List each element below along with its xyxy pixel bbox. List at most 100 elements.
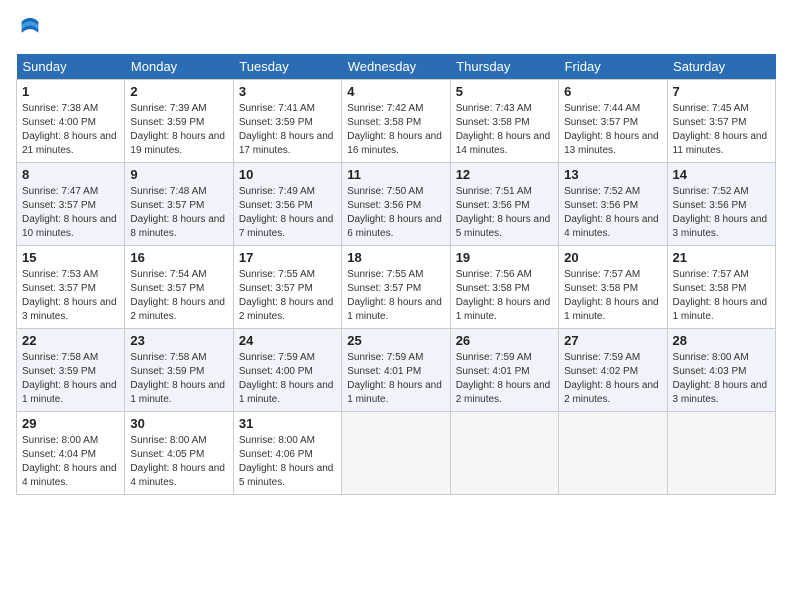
day-info: Sunrise: 7:59 AMSunset: 4:00 PMDaylight:… xyxy=(239,351,336,407)
calendar-cell: 31 Sunrise: 8:00 AMSunset: 4:06 PMDayligh… xyxy=(233,412,341,495)
day-info: Sunrise: 7:59 AMSunset: 4:01 PMDaylight:… xyxy=(456,351,553,407)
calendar-week-1: 1 Sunrise: 7:38 AMSunset: 4:00 PMDaylight… xyxy=(17,80,776,163)
day-info: Sunrise: 8:00 AMSunset: 4:06 PMDaylight:… xyxy=(239,434,336,490)
page-header xyxy=(16,16,776,44)
day-info: Sunrise: 7:49 AMSunset: 3:56 PMDaylight:… xyxy=(239,185,336,241)
calendar-cell: 13Sunrise: 7:52 AMSunset: 3:56 PMDayligh… xyxy=(559,163,667,246)
calendar-week-5: 29 Sunrise: 8:00 AMSunset: 4:04 PMDayligh… xyxy=(17,412,776,495)
day-number: 31 xyxy=(239,416,336,431)
day-info: Sunrise: 7:43 AMSunset: 3:58 PMDaylight:… xyxy=(456,102,553,158)
day-info: Sunrise: 7:59 AMSunset: 4:02 PMDaylight:… xyxy=(564,351,661,407)
calendar-cell: 25 Sunrise: 7:59 AMSunset: 4:01 PMDayligh… xyxy=(342,329,450,412)
day-info: Sunrise: 7:57 AMSunset: 3:58 PMDaylight:… xyxy=(673,268,770,324)
calendar-cell: 6 Sunrise: 7:44 AMSunset: 3:57 PMDaylight… xyxy=(559,80,667,163)
calendar-cell xyxy=(450,412,558,495)
calendar-cell: 22 Sunrise: 7:58 AMSunset: 3:59 PMDayligh… xyxy=(17,329,125,412)
calendar-cell: 24 Sunrise: 7:59 AMSunset: 4:00 PMDayligh… xyxy=(233,329,341,412)
calendar-cell xyxy=(667,412,775,495)
day-number: 11 xyxy=(347,167,444,182)
day-number: 22 xyxy=(22,333,119,348)
day-number: 14 xyxy=(673,167,770,182)
day-info: Sunrise: 8:00 AMSunset: 4:05 PMDaylight:… xyxy=(130,434,227,490)
day-number: 23 xyxy=(130,333,227,348)
day-number: 1 xyxy=(22,84,119,99)
logo-icon xyxy=(16,16,44,44)
calendar-cell: 18 Sunrise: 7:55 AMSunset: 3:57 PMDayligh… xyxy=(342,246,450,329)
day-number: 18 xyxy=(347,250,444,265)
day-info: Sunrise: 7:57 AMSunset: 3:58 PMDaylight:… xyxy=(564,268,661,324)
day-info: Sunrise: 7:39 AMSunset: 3:59 PMDaylight:… xyxy=(130,102,227,158)
calendar-cell: 30 Sunrise: 8:00 AMSunset: 4:05 PMDayligh… xyxy=(125,412,233,495)
calendar-cell: 16 Sunrise: 7:54 AMSunset: 3:57 PMDayligh… xyxy=(125,246,233,329)
calendar-cell: 4Sunrise: 7:42 AMSunset: 3:58 PMDaylight… xyxy=(342,80,450,163)
day-number: 8 xyxy=(22,167,119,182)
calendar-cell: 14 Sunrise: 7:52 AMSunset: 3:56 PMDayligh… xyxy=(667,163,775,246)
calendar-cell: 15Sunrise: 7:53 AMSunset: 3:57 PMDayligh… xyxy=(17,246,125,329)
calendar-cell: 28 Sunrise: 8:00 AMSunset: 4:03 PMDayligh… xyxy=(667,329,775,412)
day-number: 10 xyxy=(239,167,336,182)
logo xyxy=(16,16,50,44)
day-number: 26 xyxy=(456,333,553,348)
day-info: Sunrise: 7:47 AMSunset: 3:57 PMDaylight:… xyxy=(22,185,119,241)
day-number: 29 xyxy=(22,416,119,431)
day-number: 17 xyxy=(239,250,336,265)
day-info: Sunrise: 8:00 AMSunset: 4:03 PMDaylight:… xyxy=(673,351,770,407)
day-number: 12 xyxy=(456,167,553,182)
day-info: Sunrise: 7:59 AMSunset: 4:01 PMDaylight:… xyxy=(347,351,444,407)
col-header-wednesday: Wednesday xyxy=(342,54,450,80)
calendar-cell: 19 Sunrise: 7:56 AMSunset: 3:58 PMDayligh… xyxy=(450,246,558,329)
calendar-cell: 1 Sunrise: 7:38 AMSunset: 4:00 PMDaylight… xyxy=(17,80,125,163)
calendar-week-3: 15Sunrise: 7:53 AMSunset: 3:57 PMDayligh… xyxy=(17,246,776,329)
day-info: Sunrise: 7:38 AMSunset: 4:00 PMDaylight:… xyxy=(22,102,119,158)
day-number: 24 xyxy=(239,333,336,348)
day-number: 7 xyxy=(673,84,770,99)
calendar-cell: 7Sunrise: 7:45 AMSunset: 3:57 PMDaylight… xyxy=(667,80,775,163)
calendar-cell: 12 Sunrise: 7:51 AMSunset: 3:56 PMDayligh… xyxy=(450,163,558,246)
calendar-cell xyxy=(342,412,450,495)
calendar-cell: 23 Sunrise: 7:58 AMSunset: 3:59 PMDayligh… xyxy=(125,329,233,412)
calendar-table: SundayMondayTuesdayWednesdayThursdayFrid… xyxy=(16,54,776,495)
col-header-saturday: Saturday xyxy=(667,54,775,80)
day-number: 25 xyxy=(347,333,444,348)
calendar-cell: 2 Sunrise: 7:39 AMSunset: 3:59 PMDaylight… xyxy=(125,80,233,163)
day-number: 30 xyxy=(130,416,227,431)
day-number: 16 xyxy=(130,250,227,265)
calendar-week-4: 22 Sunrise: 7:58 AMSunset: 3:59 PMDayligh… xyxy=(17,329,776,412)
day-info: Sunrise: 7:58 AMSunset: 3:59 PMDaylight:… xyxy=(130,351,227,407)
day-number: 2 xyxy=(130,84,227,99)
calendar-cell: 10 Sunrise: 7:49 AMSunset: 3:56 PMDayligh… xyxy=(233,163,341,246)
calendar-cell: 21 Sunrise: 7:57 AMSunset: 3:58 PMDayligh… xyxy=(667,246,775,329)
calendar-cell: 29 Sunrise: 8:00 AMSunset: 4:04 PMDayligh… xyxy=(17,412,125,495)
day-info: Sunrise: 7:42 AMSunset: 3:58 PMDaylight:… xyxy=(347,102,444,158)
calendar-cell: 3 Sunrise: 7:41 AMSunset: 3:59 PMDaylight… xyxy=(233,80,341,163)
day-number: 15 xyxy=(22,250,119,265)
day-info: Sunrise: 7:44 AMSunset: 3:57 PMDaylight:… xyxy=(564,102,661,158)
header-row: SundayMondayTuesdayWednesdayThursdayFrid… xyxy=(17,54,776,80)
day-info: Sunrise: 7:50 AMSunset: 3:56 PMDaylight:… xyxy=(347,185,444,241)
day-number: 21 xyxy=(673,250,770,265)
day-info: Sunrise: 7:55 AMSunset: 3:57 PMDaylight:… xyxy=(347,268,444,324)
day-info: Sunrise: 7:48 AMSunset: 3:57 PMDaylight:… xyxy=(130,185,227,241)
day-number: 19 xyxy=(456,250,553,265)
day-number: 3 xyxy=(239,84,336,99)
calendar-week-2: 8 Sunrise: 7:47 AMSunset: 3:57 PMDaylight… xyxy=(17,163,776,246)
calendar-cell: 11 Sunrise: 7:50 AMSunset: 3:56 PMDayligh… xyxy=(342,163,450,246)
col-header-sunday: Sunday xyxy=(17,54,125,80)
day-info: Sunrise: 7:54 AMSunset: 3:57 PMDaylight:… xyxy=(130,268,227,324)
calendar-cell: 8 Sunrise: 7:47 AMSunset: 3:57 PMDaylight… xyxy=(17,163,125,246)
day-info: Sunrise: 7:56 AMSunset: 3:58 PMDaylight:… xyxy=(456,268,553,324)
day-info: Sunrise: 7:41 AMSunset: 3:59 PMDaylight:… xyxy=(239,102,336,158)
day-info: Sunrise: 7:51 AMSunset: 3:56 PMDaylight:… xyxy=(456,185,553,241)
day-number: 20 xyxy=(564,250,661,265)
day-info: Sunrise: 7:58 AMSunset: 3:59 PMDaylight:… xyxy=(22,351,119,407)
calendar-cell: 20 Sunrise: 7:57 AMSunset: 3:58 PMDayligh… xyxy=(559,246,667,329)
day-info: Sunrise: 7:52 AMSunset: 3:56 PMDaylight:… xyxy=(673,185,770,241)
day-number: 6 xyxy=(564,84,661,99)
day-number: 27 xyxy=(564,333,661,348)
day-number: 28 xyxy=(673,333,770,348)
day-number: 13 xyxy=(564,167,661,182)
col-header-friday: Friday xyxy=(559,54,667,80)
day-info: Sunrise: 8:00 AMSunset: 4:04 PMDaylight:… xyxy=(22,434,119,490)
calendar-cell: 27 Sunrise: 7:59 AMSunset: 4:02 PMDayligh… xyxy=(559,329,667,412)
day-info: Sunrise: 7:55 AMSunset: 3:57 PMDaylight:… xyxy=(239,268,336,324)
